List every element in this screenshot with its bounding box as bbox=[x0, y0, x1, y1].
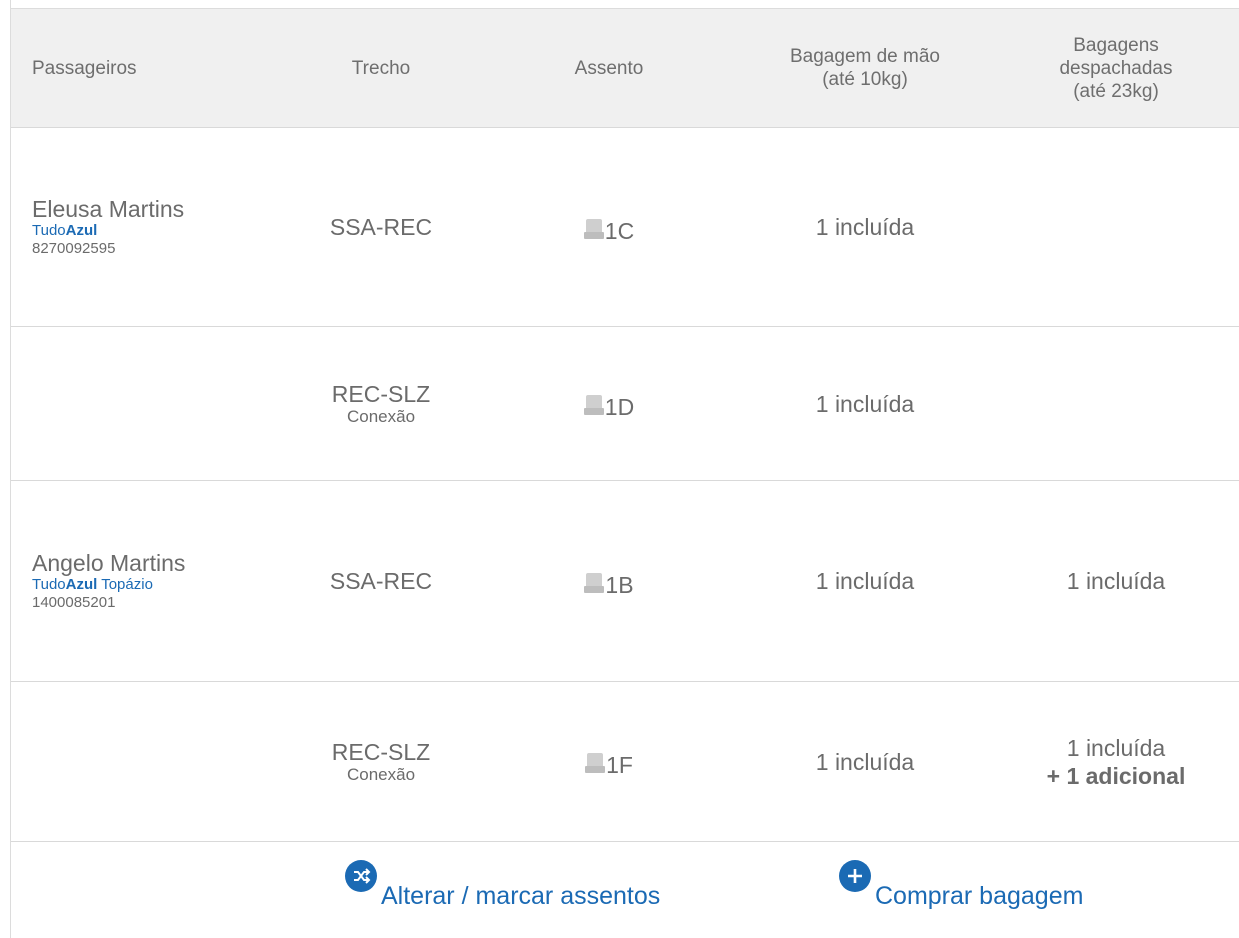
header-checked-line2: despachadas bbox=[1059, 57, 1173, 79]
seat-assignment: 1C bbox=[583, 216, 634, 242]
header-carry-on: Bagagem de mão (até 10kg) bbox=[755, 9, 975, 127]
carry-on-cell: 1 incluída bbox=[755, 327, 975, 480]
table-row: REC-SLZ Conexão 1F 1 incluída 1 incluída… bbox=[11, 682, 1239, 842]
buy-baggage-label: Comprar bagagem bbox=[875, 881, 1084, 910]
header-passengers: Passageiros bbox=[32, 57, 137, 79]
header-seat: Assento bbox=[574, 57, 644, 79]
change-seats-button[interactable]: Alterar / marcar assentos bbox=[345, 842, 660, 938]
seat-number: 1D bbox=[604, 394, 635, 420]
carry-on-value: 1 incluída bbox=[815, 748, 915, 775]
loyalty-number: 1400085201 bbox=[32, 594, 116, 611]
carry-on-value: 1 incluída bbox=[815, 568, 915, 594]
header-segment: Trecho bbox=[351, 57, 411, 79]
seat-cell: 1D bbox=[509, 327, 709, 480]
seat-icon bbox=[583, 218, 604, 239]
checked-cell: 1 incluída + 1 adicional bbox=[1011, 682, 1221, 841]
seat-assignment: 1D bbox=[583, 392, 634, 419]
loyalty-program: TudoAzul Topázio bbox=[32, 576, 153, 593]
seat-icon bbox=[585, 753, 606, 773]
shuffle-icon bbox=[345, 860, 377, 892]
table-row: REC-SLZ Conexão 1D 1 incluída bbox=[11, 327, 1239, 481]
seat-number: 1C bbox=[604, 217, 635, 244]
header-checked-line3: (até 23kg) bbox=[1073, 80, 1159, 102]
loyalty-program: TudoAzul bbox=[32, 222, 98, 239]
header-carry-on-line2: (até 10kg) bbox=[822, 69, 908, 90]
plus-icon bbox=[839, 860, 871, 892]
carry-on-value: 1 incluída bbox=[815, 390, 915, 417]
segment-route: REC-SLZ bbox=[331, 738, 431, 765]
carry-on-value: 1 incluída bbox=[815, 214, 915, 240]
seat-cell: 1C bbox=[509, 128, 709, 326]
segment-cell: SSA-REC bbox=[281, 481, 481, 681]
change-seats-label: Alterar / marcar assentos bbox=[381, 881, 661, 910]
segment-route: SSA-REC bbox=[329, 568, 433, 594]
header-checked: Bagagens despachadas (até 23kg) bbox=[1011, 9, 1221, 127]
segment-cell: REC-SLZ Conexão bbox=[281, 327, 481, 480]
seat-cell: 1F bbox=[509, 682, 709, 841]
table-header: Passageiros Trecho Assento Bagagem de mã… bbox=[11, 9, 1239, 128]
segment-route: SSA-REC bbox=[329, 214, 433, 240]
passenger-cell: Eleusa Martins TudoAzul 8270092595 bbox=[32, 128, 272, 326]
segment-note: Conexão bbox=[346, 406, 416, 426]
seat-assignment: 1F bbox=[585, 750, 633, 777]
header-carry-on-line1: Bagagem de mão bbox=[790, 46, 940, 67]
checked-value: 1 incluída bbox=[1066, 734, 1166, 761]
segment-route: REC-SLZ bbox=[331, 380, 431, 407]
segment-cell: REC-SLZ Conexão bbox=[281, 682, 481, 841]
actions-bar: Alterar / marcar assentos Comprar bagage… bbox=[11, 842, 1239, 938]
table-row: Angelo Martins TudoAzul Topázio 14000852… bbox=[11, 481, 1239, 682]
seat-icon bbox=[584, 572, 605, 593]
passenger-name: Eleusa Martins bbox=[32, 196, 185, 222]
segment-cell: SSA-REC bbox=[281, 128, 481, 326]
segment-note: Conexão bbox=[346, 764, 416, 784]
checked-value: 1 incluída bbox=[1066, 568, 1166, 594]
seat-assignment: 1B bbox=[584, 570, 634, 596]
seat-number: 1F bbox=[606, 752, 633, 778]
seat-cell: 1B bbox=[509, 481, 709, 681]
passenger-name: Angelo Martins bbox=[32, 550, 186, 576]
loyalty-number: 8270092595 bbox=[32, 240, 116, 257]
checked-extra-value: + 1 adicional bbox=[1046, 762, 1186, 789]
passenger-cell: Angelo Martins TudoAzul Topázio 14000852… bbox=[32, 481, 272, 681]
seat-icon bbox=[583, 395, 604, 415]
carry-on-cell: 1 incluída bbox=[755, 682, 975, 841]
carry-on-cell: 1 incluída bbox=[755, 481, 975, 681]
checked-cell bbox=[1011, 128, 1221, 326]
carry-on-cell: 1 incluída bbox=[755, 128, 975, 326]
table-row: Eleusa Martins TudoAzul 8270092595 SSA-R… bbox=[11, 128, 1239, 327]
checked-cell: 1 incluída bbox=[1011, 481, 1221, 681]
buy-baggage-button[interactable]: Comprar bagagem bbox=[839, 842, 1083, 938]
seat-number: 1B bbox=[605, 571, 634, 598]
header-checked-line1: Bagagens bbox=[1073, 34, 1159, 56]
